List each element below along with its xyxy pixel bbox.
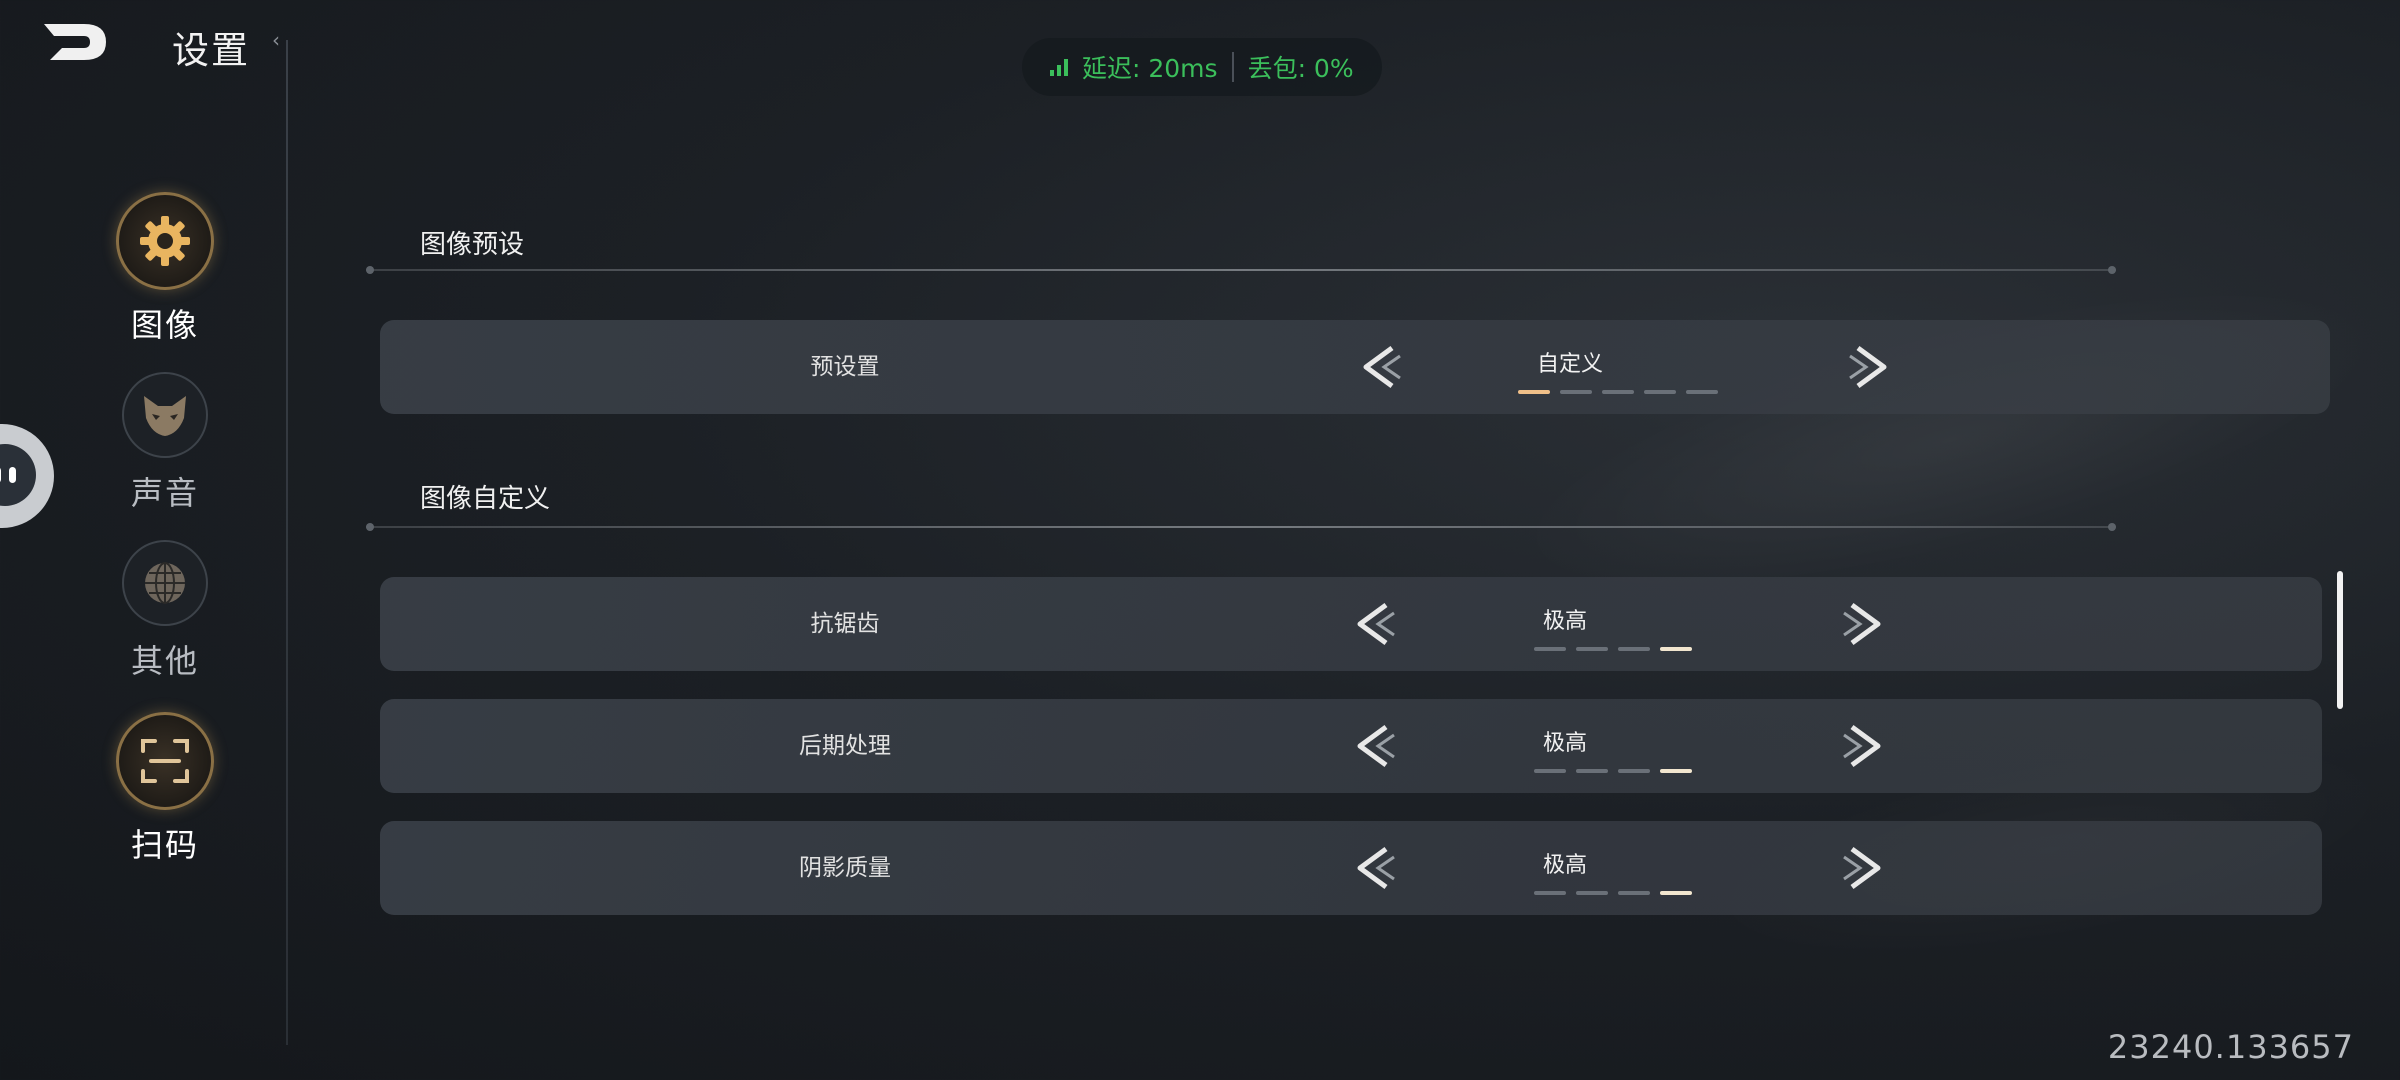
setting-row-preset: 预设置 自定义 (380, 320, 2330, 414)
sidebar-item-sound[interactable]: 声音 (110, 372, 220, 514)
setting-row-shadow-quality: 阴影质量 极高 (380, 821, 2322, 915)
scrollbar[interactable] (2337, 571, 2343, 709)
setting-label: 预设置 (810, 354, 880, 380)
setting-value: 极高 (1542, 853, 1587, 878)
setting-label: 阴影质量 (799, 855, 891, 881)
packet-loss-text: 丢包: 0% (1247, 54, 1354, 83)
sidebar-item-other[interactable]: 其他 (110, 540, 220, 682)
sidebar-item-scan[interactable]: 扫码 (110, 712, 220, 866)
sidebar-item-label: 其他 (130, 642, 199, 680)
gear-icon (116, 192, 214, 290)
back-arrow-icon (44, 24, 106, 60)
chevron-right-icon[interactable] (1842, 843, 1888, 893)
scan-icon (116, 712, 214, 810)
setting-row-post-processing: 后期处理 极高 (380, 699, 2322, 793)
chevron-left-icon[interactable]: ‹ (272, 28, 280, 52)
setting-value: 自定义 (1536, 352, 1603, 377)
setting-label: 抗锯齿 (810, 611, 880, 637)
chevron-left-icon[interactable] (1356, 342, 1402, 392)
divider (1231, 52, 1234, 82)
setting-value: 极高 (1542, 731, 1587, 756)
level-indicator (1534, 769, 1692, 773)
section-title: 图像自定义 (420, 484, 551, 514)
chevron-left-icon[interactable] (1350, 599, 1396, 649)
network-status: 延迟: 20ms 丢包: 0% (1022, 38, 1382, 96)
section-title: 图像预设 (420, 230, 525, 260)
coordinate-readout: 23240.133657 (2107, 1028, 2354, 1066)
chevron-right-icon[interactable] (1842, 599, 1888, 649)
page-title: 设置 (172, 29, 250, 72)
latency-text: 延迟: 20ms (1082, 54, 1218, 83)
level-indicator (1534, 891, 1692, 895)
chevron-right-icon[interactable] (1848, 342, 1894, 392)
sidebar-divider (286, 40, 288, 1045)
chevron-left-icon[interactable] (1350, 843, 1396, 893)
signal-icon (1050, 58, 1068, 76)
chevron-right-icon[interactable] (1842, 721, 1888, 771)
section-divider (366, 266, 2116, 274)
back-button[interactable] (40, 18, 112, 66)
setting-label: 后期处理 (799, 733, 891, 759)
cat-mask-icon (122, 372, 208, 458)
globe-icon (122, 540, 208, 626)
sidebar-item-label: 图像 (130, 306, 199, 344)
assistant-icon (0, 444, 36, 506)
sidebar-item-label: 声音 (130, 474, 199, 512)
chevron-left-icon[interactable] (1350, 721, 1396, 771)
sidebar-item-image[interactable]: 图像 (110, 192, 220, 346)
section-divider (366, 523, 2116, 531)
setting-value: 极高 (1542, 609, 1587, 634)
level-indicator (1534, 647, 1692, 651)
setting-row-antialiasing: 抗锯齿 极高 (380, 577, 2322, 671)
level-indicator (1518, 390, 1718, 394)
sidebar-item-label: 扫码 (130, 826, 199, 864)
floating-assistant-button[interactable] (0, 424, 54, 528)
